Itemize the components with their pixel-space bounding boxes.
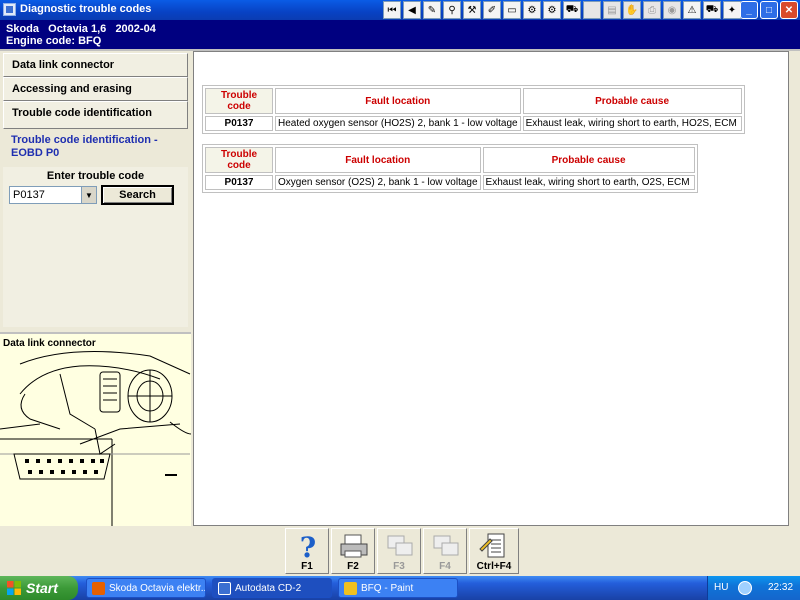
cell-probable-cause: Exhaust leak, wiring short to earth, O2S… xyxy=(482,175,695,190)
trouble-code-table: Trouble code Fault location Probable cau… xyxy=(202,85,745,134)
f3-label: F3 xyxy=(393,561,405,572)
car-side-icon[interactable]: ⛟ xyxy=(703,1,721,19)
vehicle-model: Skoda Octavia 1,6 2002-04 xyxy=(6,23,156,35)
search-icon[interactable]: ⚲ xyxy=(443,1,461,19)
copy-icon xyxy=(433,535,459,556)
task-label: Autodata CD-2 xyxy=(235,582,302,594)
cell-fault-location: Oxygen sensor (O2S) 2, bank 1 - low volt… xyxy=(275,175,481,190)
trouble-code-table: Trouble code Fault location Probable cau… xyxy=(202,144,698,193)
f2-label: F2 xyxy=(347,561,359,572)
header-fault-location: Fault location xyxy=(275,147,481,173)
engine-code: Engine code: BFQ xyxy=(6,35,102,47)
taskbar: Start Skoda Octavia elektr... Autodata C… xyxy=(0,576,800,600)
first-page-icon[interactable]: ⏮ xyxy=(383,1,401,19)
paint-icon xyxy=(344,581,357,595)
nav-active-eobd-p0[interactable]: Trouble code identification - EOBD P0 xyxy=(3,131,188,165)
system-tray: HU 22:32 xyxy=(707,576,800,600)
search-panel: Enter trouble code P0137 ▼ Search xyxy=(3,167,188,327)
trouble-code-select[interactable]: P0137 ▼ xyxy=(9,186,97,204)
nav-trouble-code-identification[interactable]: Trouble code identification xyxy=(3,101,188,129)
vehicle-info-bar: Skoda Octavia 1,6 2002-04 Engine code: B… xyxy=(0,20,800,49)
battery-icon[interactable]: ▭ xyxy=(503,1,521,19)
taskbar-item-firefox[interactable]: Skoda Octavia elektr... xyxy=(86,578,206,598)
car-icon[interactable]: ⛟ xyxy=(563,1,581,19)
cell-trouble-code: P0137 xyxy=(205,116,273,131)
window-controls: _ □ ✕ xyxy=(740,1,798,19)
warning-icon[interactable]: ⚠ xyxy=(683,1,701,19)
task-label: Skoda Octavia elektr... xyxy=(109,582,206,594)
hand-icon[interactable]: ✋ xyxy=(623,1,641,19)
search-label: Enter trouble code xyxy=(46,170,145,182)
start-button[interactable]: Start xyxy=(0,576,78,600)
f1-label: F1 xyxy=(301,561,313,572)
close-button[interactable]: ✕ xyxy=(780,1,798,19)
svg-text:?: ? xyxy=(300,531,316,561)
table-header-row: Trouble code Fault location Probable cau… xyxy=(205,88,742,114)
left-panel: Data link connector Accessing and erasin… xyxy=(0,51,191,527)
document-icon[interactable]: ▤ xyxy=(603,1,621,19)
cell-probable-cause: Exhaust leak, wiring short to earth, HO2… xyxy=(522,116,742,131)
notes-icon xyxy=(479,533,505,558)
firefox-icon xyxy=(92,581,105,595)
window-title: Diagnostic trouble codes xyxy=(20,3,152,15)
blank-icon[interactable] xyxy=(583,1,601,19)
table-header-row: Trouble code Fault location Probable cau… xyxy=(205,147,695,173)
taskbar-item-autodata[interactable]: Autodata CD-2 xyxy=(212,578,332,598)
pen-icon[interactable]: ✐ xyxy=(483,1,501,19)
vertical-scrollbar[interactable] xyxy=(789,51,800,526)
note-icon[interactable]: ✎ xyxy=(423,1,441,19)
f4-label: F4 xyxy=(439,561,451,572)
prev-icon[interactable]: ◀ xyxy=(403,1,421,19)
header-fault-location: Fault location xyxy=(275,88,521,114)
function-key-bar: ? F1 F2 F3 F4 Ctrl+F4 xyxy=(0,526,800,576)
diagram-title: Data link connector xyxy=(3,338,96,349)
cell-trouble-code: P0137 xyxy=(205,175,273,190)
header-probable-cause: Probable cause xyxy=(522,88,742,114)
nav-accessing-erasing[interactable]: Accessing and erasing xyxy=(3,77,188,101)
wrench-icon[interactable]: ⚙ xyxy=(523,1,541,19)
main-content: Trouble code Fault location Probable cau… xyxy=(193,51,789,526)
trouble-code-value: P0137 xyxy=(13,189,45,201)
printer-icon[interactable]: ⎙ xyxy=(643,1,661,19)
minimize-button[interactable]: _ xyxy=(740,1,758,19)
chevron-down-icon[interactable]: ▼ xyxy=(81,187,96,203)
clock: 22:32 xyxy=(768,582,794,593)
app-icon xyxy=(218,581,231,595)
camera-icon[interactable]: ◉ xyxy=(663,1,681,19)
f2-print-button[interactable]: F2 xyxy=(331,528,375,574)
search-button[interactable]: Search xyxy=(101,185,174,205)
header-probable-cause: Probable cause xyxy=(482,147,695,173)
ctrl-f4-notes-button[interactable]: Ctrl+F4 xyxy=(469,528,519,574)
cell-fault-location: Heated oxygen sensor (HO2S) 2, bank 1 - … xyxy=(275,116,521,131)
diagram-panel: Data link connector xyxy=(0,332,191,527)
toolbar: ⏮ ◀ ✎ ⚲ ⚒ ✐ ▭ ⚙ ⚙ ⛟ ▤ ✋ ⎙ ◉ ⚠ ⛟ ✦ xyxy=(383,1,741,19)
windows-logo-icon xyxy=(7,581,21,595)
f3-button[interactable]: F3 xyxy=(377,528,421,574)
ctrl-f4-label: Ctrl+F4 xyxy=(476,561,512,572)
help-icon: ? xyxy=(300,531,316,561)
copy-icon xyxy=(387,535,413,556)
dashboard-diagram xyxy=(0,351,191,527)
tool2-icon[interactable]: ✦ xyxy=(723,1,741,19)
task-label: BFQ - Paint xyxy=(361,582,414,594)
taskbar-item-paint[interactable]: BFQ - Paint xyxy=(338,578,458,598)
language-indicator[interactable]: HU xyxy=(714,582,728,593)
printer-icon xyxy=(340,534,368,558)
table-row: P0137 Heated oxygen sensor (HO2S) 2, ban… xyxy=(205,116,742,131)
engine-icon[interactable]: ⚙ xyxy=(543,1,561,19)
header-trouble-code: Trouble code xyxy=(205,147,273,173)
tools-icon[interactable]: ⚒ xyxy=(463,1,481,19)
app-icon[interactable] xyxy=(3,3,16,16)
tray-icon[interactable] xyxy=(738,581,752,595)
title-bar: Diagnostic trouble codes ⏮ ◀ ✎ ⚲ ⚒ ✐ ▭ ⚙ ⚙ ⛟ ▤ ✋ ⎙ ◉ ⚠… xyxy=(0,0,800,20)
nav-data-link-connector[interactable]: Data link connector xyxy=(3,53,188,77)
table-row: P0137 Oxygen sensor (O2S) 2, bank 1 - lo… xyxy=(205,175,695,190)
start-label: Start xyxy=(26,580,58,596)
maximize-button[interactable]: □ xyxy=(760,1,778,19)
f1-help-button[interactable]: ? F1 xyxy=(285,528,329,574)
f4-button[interactable]: F4 xyxy=(423,528,467,574)
header-trouble-code: Trouble code xyxy=(205,88,273,114)
